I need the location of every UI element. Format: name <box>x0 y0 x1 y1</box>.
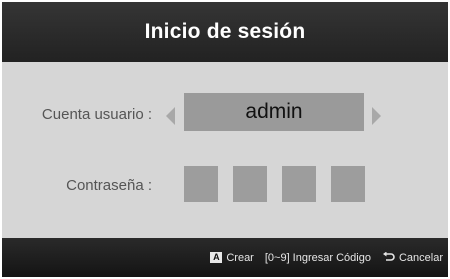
user-account-selector[interactable]: admin <box>184 93 364 131</box>
enter-code-label: [0~9] Ingresar Código <box>264 251 371 264</box>
a-key-icon: A <box>210 252 223 263</box>
password-digit-4[interactable] <box>331 166 365 202</box>
dialog-body: Cuenta usuario : admin Contraseña : <box>2 62 448 238</box>
dialog-title: Inicio de sesión <box>144 20 306 43</box>
user-account-value: admin <box>245 100 303 123</box>
cancel-hint[interactable]: Cancelar <box>382 251 443 264</box>
create-label: Crear <box>226 251 254 264</box>
password-digit-3[interactable] <box>282 166 316 202</box>
user-account-label: Cuenta usuario : <box>41 106 152 123</box>
password-digit-1[interactable] <box>184 166 218 202</box>
return-icon <box>382 251 395 261</box>
dialog-header: Inicio de sesión <box>2 2 448 62</box>
arrow-left-icon[interactable] <box>166 107 175 125</box>
dialog-footer: A Crear [0~9] Ingresar Código Cancelar <box>2 238 448 277</box>
password-label: Contraseña : <box>66 177 152 194</box>
arrow-right-icon[interactable] <box>372 107 381 125</box>
login-dialog: Inicio de sesión Cuenta usuario : admin … <box>2 2 448 277</box>
enter-code-hint: [0~9] Ingresar Código <box>265 252 371 264</box>
password-digit-2[interactable] <box>233 166 267 202</box>
cancel-label: Cancelar <box>398 251 443 264</box>
create-hint[interactable]: A Crear <box>210 252 254 264</box>
